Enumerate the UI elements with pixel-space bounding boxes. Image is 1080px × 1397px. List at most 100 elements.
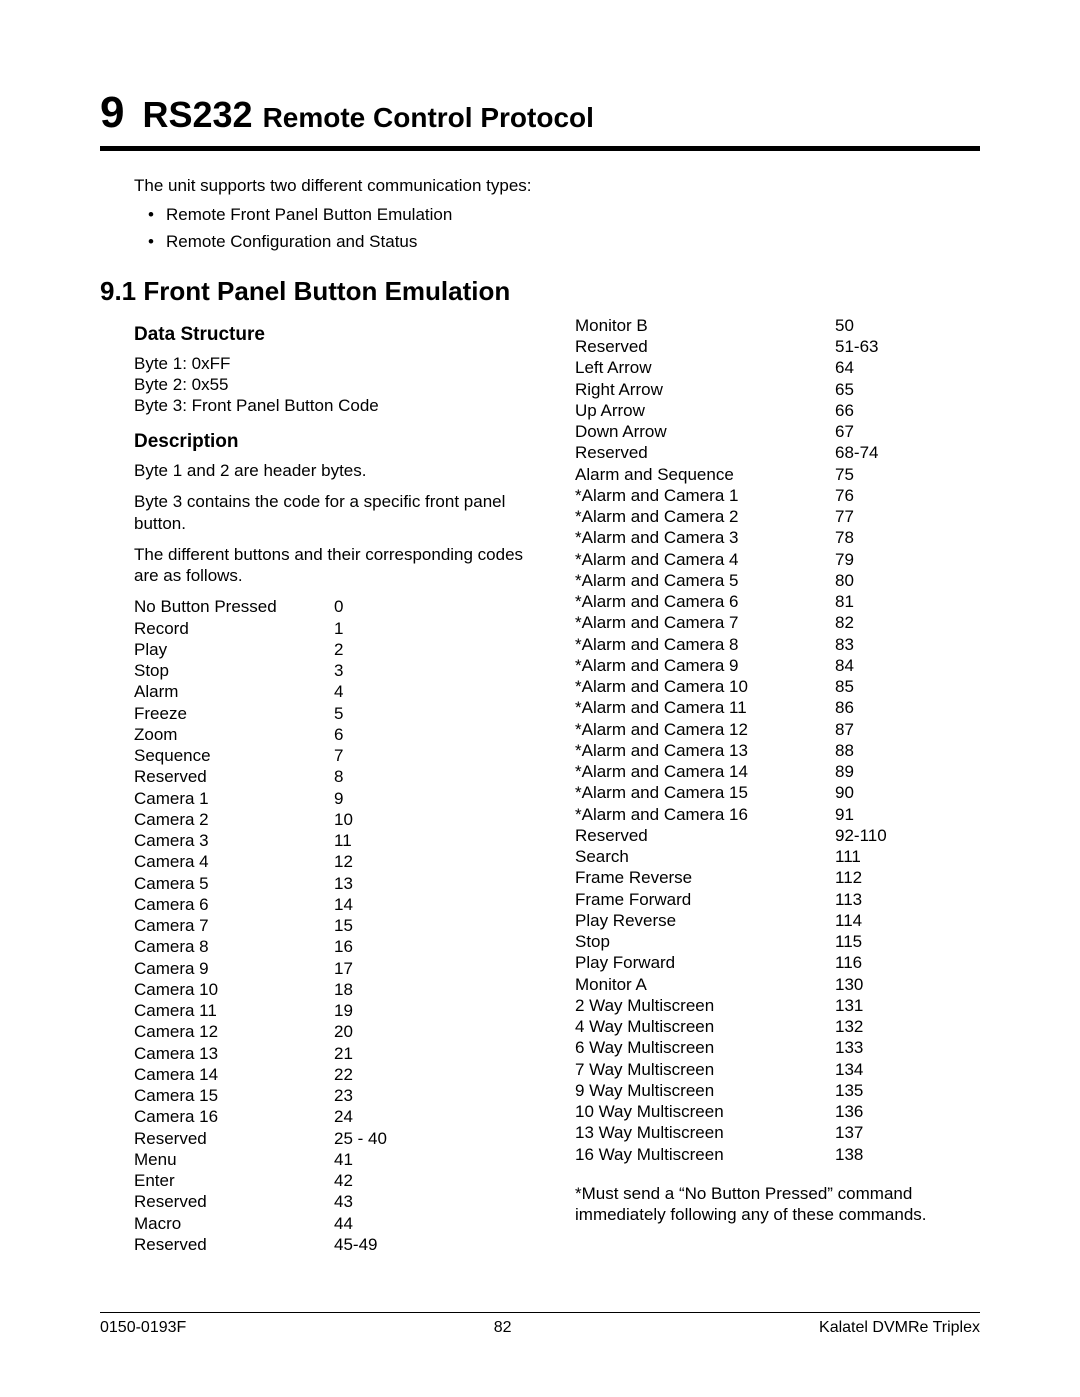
code-row: Stop3 <box>134 660 539 681</box>
code-row: Right Arrow65 <box>575 379 980 400</box>
code-row: *Alarm and Camera 277 <box>575 506 980 527</box>
code-value: 112 <box>835 867 925 888</box>
code-row: Monitor A130 <box>575 974 980 995</box>
code-row: Camera 1321 <box>134 1043 539 1064</box>
right-column: Monitor B50Reserved51-63Left Arrow64Righ… <box>575 315 980 1255</box>
code-row: Stop115 <box>575 931 980 952</box>
code-row: Left Arrow64 <box>575 357 980 378</box>
code-value: 64 <box>835 357 925 378</box>
code-label: *Alarm and Camera 8 <box>575 634 835 655</box>
code-row: Camera 210 <box>134 809 539 830</box>
code-row: Freeze5 <box>134 703 539 724</box>
code-value: 23 <box>334 1085 424 1106</box>
byte-lines: Byte 1: 0xFFByte 2: 0x55Byte 3: Front Pa… <box>134 353 539 417</box>
footer-left: 0150-0193F <box>100 1319 186 1337</box>
code-label: 9 Way Multiscreen <box>575 1080 835 1101</box>
code-value: 134 <box>835 1059 925 1080</box>
code-row: Play Reverse114 <box>575 910 980 931</box>
code-label: Camera 6 <box>134 894 334 915</box>
code-value: 68-74 <box>835 442 925 463</box>
code-row: 7 Way Multiscreen134 <box>575 1059 980 1080</box>
code-value: 88 <box>835 740 925 761</box>
code-label: Camera 9 <box>134 958 334 979</box>
code-label: Reserved <box>134 1234 334 1255</box>
code-value: 79 <box>835 549 925 570</box>
chapter-rule <box>100 146 980 151</box>
footnote: *Must send a “No Button Pressed” command… <box>575 1183 980 1226</box>
code-row: *Alarm and Camera 1388 <box>575 740 980 761</box>
byte-line: Byte 3: Front Panel Button Code <box>134 395 539 416</box>
code-label: Play Reverse <box>575 910 835 931</box>
code-label: *Alarm and Camera 7 <box>575 612 835 633</box>
code-value: 44 <box>334 1213 424 1234</box>
chapter-title-strong: RS232 <box>142 94 252 136</box>
code-label: Camera 16 <box>134 1106 334 1127</box>
code-value: 4 <box>334 681 424 702</box>
code-row: Frame Reverse112 <box>575 867 980 888</box>
code-row: Camera 1119 <box>134 1000 539 1021</box>
code-value: 9 <box>334 788 424 809</box>
code-value: 3 <box>334 660 424 681</box>
code-row: Camera 1624 <box>134 1106 539 1127</box>
code-label: Down Arrow <box>575 421 835 442</box>
code-row: 13 Way Multiscreen137 <box>575 1122 980 1143</box>
code-row: No Button Pressed0 <box>134 596 539 617</box>
code-value: 14 <box>334 894 424 915</box>
code-row: Reserved25 - 40 <box>134 1128 539 1149</box>
code-value: 92-110 <box>835 825 925 846</box>
code-label: *Alarm and Camera 16 <box>575 804 835 825</box>
code-row: 9 Way Multiscreen135 <box>575 1080 980 1101</box>
code-row: Camera 1018 <box>134 979 539 1000</box>
code-value: 21 <box>334 1043 424 1064</box>
code-row: *Alarm and Camera 1489 <box>575 761 980 782</box>
code-label: Frame Reverse <box>575 867 835 888</box>
code-value: 12 <box>334 851 424 872</box>
code-label: Monitor A <box>575 974 835 995</box>
code-row: Reserved45-49 <box>134 1234 539 1255</box>
left-code-table: No Button Pressed0Record1Play2Stop3Alarm… <box>134 596 539 1255</box>
code-label: 6 Way Multiscreen <box>575 1037 835 1058</box>
code-value: 18 <box>334 979 424 1000</box>
intro-bullet: Remote Configuration and Status <box>152 231 980 254</box>
code-value: 132 <box>835 1016 925 1037</box>
code-label: 7 Way Multiscreen <box>575 1059 835 1080</box>
code-label: 2 Way Multiscreen <box>575 995 835 1016</box>
code-label: *Alarm and Camera 3 <box>575 527 835 548</box>
section-heading: 9.1 Front Panel Button Emulation <box>100 276 980 307</box>
code-value: 85 <box>835 676 925 697</box>
code-value: 115 <box>835 931 925 952</box>
code-row: *Alarm and Camera 883 <box>575 634 980 655</box>
code-row: Zoom6 <box>134 724 539 745</box>
code-label: Camera 1 <box>134 788 334 809</box>
code-label: Freeze <box>134 703 334 724</box>
code-label: *Alarm and Camera 5 <box>575 570 835 591</box>
code-value: 20 <box>334 1021 424 1042</box>
code-value: 50 <box>835 315 925 336</box>
code-value: 42 <box>334 1170 424 1191</box>
code-row: 4 Way Multiscreen132 <box>575 1016 980 1037</box>
code-value: 65 <box>835 379 925 400</box>
code-row: *Alarm and Camera 984 <box>575 655 980 676</box>
code-value: 137 <box>835 1122 925 1143</box>
code-label: Reserved <box>575 825 835 846</box>
code-row: Record1 <box>134 618 539 639</box>
code-value: 10 <box>334 809 424 830</box>
code-label: *Alarm and Camera 15 <box>575 782 835 803</box>
code-value: 8 <box>334 766 424 787</box>
code-row: 2 Way Multiscreen131 <box>575 995 980 1016</box>
code-value: 22 <box>334 1064 424 1085</box>
code-row: Search111 <box>575 846 980 867</box>
code-value: 89 <box>835 761 925 782</box>
code-row: Camera 614 <box>134 894 539 915</box>
code-row: Sequence7 <box>134 745 539 766</box>
description-heading: Description <box>134 430 539 454</box>
code-value: 114 <box>835 910 925 931</box>
code-value: 17 <box>334 958 424 979</box>
code-label: *Alarm and Camera 13 <box>575 740 835 761</box>
code-row: Alarm and Sequence75 <box>575 464 980 485</box>
code-value: 11 <box>334 830 424 851</box>
code-value: 77 <box>835 506 925 527</box>
code-value: 136 <box>835 1101 925 1122</box>
code-value: 13 <box>334 873 424 894</box>
code-row: 16 Way Multiscreen138 <box>575 1144 980 1165</box>
